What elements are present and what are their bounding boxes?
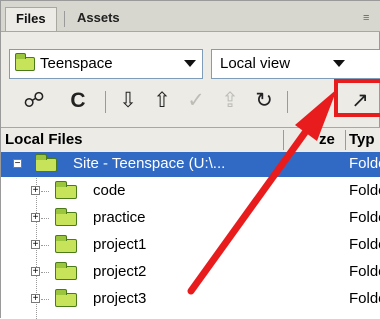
list-item-name: Site - Teenspace (U:\... <box>73 155 226 172</box>
panel-options-icon[interactable]: ≡ <box>363 13 380 24</box>
file-list-header: Local Files ze Typ <box>1 127 380 153</box>
tree-guide-line <box>41 218 49 219</box>
list-item-type: Folde <box>349 209 380 226</box>
tab-assets[interactable]: Assets <box>67 7 130 31</box>
expand-button-highlight <box>334 79 380 117</box>
collapse-icon[interactable]: − <box>13 159 22 169</box>
list-item-type: Folde <box>349 155 380 172</box>
refresh-icon[interactable]: C <box>65 87 91 115</box>
folder-icon <box>55 262 77 280</box>
list-item-type: Folde <box>349 182 380 199</box>
list-item[interactable]: + code Folde <box>1 179 380 204</box>
list-item-name: code <box>93 182 126 199</box>
files-toolbar: ☍ C ⇩ ⇧ ✓ ⇪ ↻ ↗ <box>1 83 380 119</box>
tree-guide-line <box>41 299 49 300</box>
tab-divider <box>64 11 65 27</box>
view-select-value: Local view <box>220 55 291 72</box>
folder-icon <box>55 181 77 199</box>
folder-icon <box>55 208 77 226</box>
tab-files[interactable]: Files <box>5 7 57 31</box>
site-select[interactable]: Teenspace <box>9 49 203 79</box>
check-out-icon[interactable]: ✓ <box>183 87 209 115</box>
list-item[interactable]: − Site - Teenspace (U:\... Folde <box>1 152 380 177</box>
list-item-name: project3 <box>93 290 147 307</box>
list-item-name: project1 <box>93 236 147 253</box>
file-list: − Site - Teenspace (U:\... Folde + code … <box>1 152 380 319</box>
list-item-type: Folde <box>349 290 380 307</box>
get-files-icon[interactable]: ⇩ <box>115 87 141 115</box>
chevron-down-icon <box>184 60 196 67</box>
site-select-value: Teenspace <box>40 55 113 72</box>
column-divider[interactable] <box>283 130 284 150</box>
list-item-type: Folde <box>349 236 380 253</box>
tree-guide-line <box>41 191 49 192</box>
folder-icon <box>55 289 77 307</box>
column-type[interactable]: Typ <box>349 128 375 152</box>
panel-tab-strip: Files Assets ≡ <box>1 1 380 32</box>
column-local-files[interactable]: Local Files <box>5 128 83 152</box>
list-item[interactable]: + project1 Folde <box>1 233 380 258</box>
list-item[interactable]: + practice Folde <box>1 206 380 231</box>
view-select[interactable]: Local view <box>211 49 380 79</box>
toolbar-divider <box>287 91 288 113</box>
folder-icon <box>35 154 57 172</box>
list-item-type: Folde <box>349 263 380 280</box>
expand-icon[interactable]: + <box>31 186 40 196</box>
folder-icon <box>15 53 35 71</box>
tree-guide-line <box>41 272 49 273</box>
column-size[interactable]: ze <box>319 128 335 152</box>
connect-icon[interactable]: ☍ <box>21 87 47 115</box>
check-in-icon[interactable]: ⇪ <box>217 87 243 115</box>
expand-icon[interactable]: + <box>31 267 40 277</box>
files-panel: Files Assets ≡ Teenspace Local view ☍ C … <box>0 0 380 319</box>
expand-icon[interactable]: + <box>31 213 40 223</box>
list-item-name: practice <box>93 209 146 226</box>
put-files-icon[interactable]: ⇧ <box>149 87 175 115</box>
folder-icon <box>55 235 77 253</box>
list-item[interactable]: + project2 Folde <box>1 260 380 285</box>
expand-icon[interactable]: + <box>31 294 40 304</box>
toolbar-divider <box>105 91 106 113</box>
tree-guide-line <box>41 245 49 246</box>
column-divider[interactable] <box>345 130 346 150</box>
chevron-down-icon <box>333 60 345 67</box>
expand-icon[interactable]: + <box>31 240 40 250</box>
list-item[interactable]: + project3 Folde <box>1 287 380 312</box>
list-item-name: project2 <box>93 263 147 280</box>
synchronize-icon[interactable]: ↻ <box>251 87 277 115</box>
